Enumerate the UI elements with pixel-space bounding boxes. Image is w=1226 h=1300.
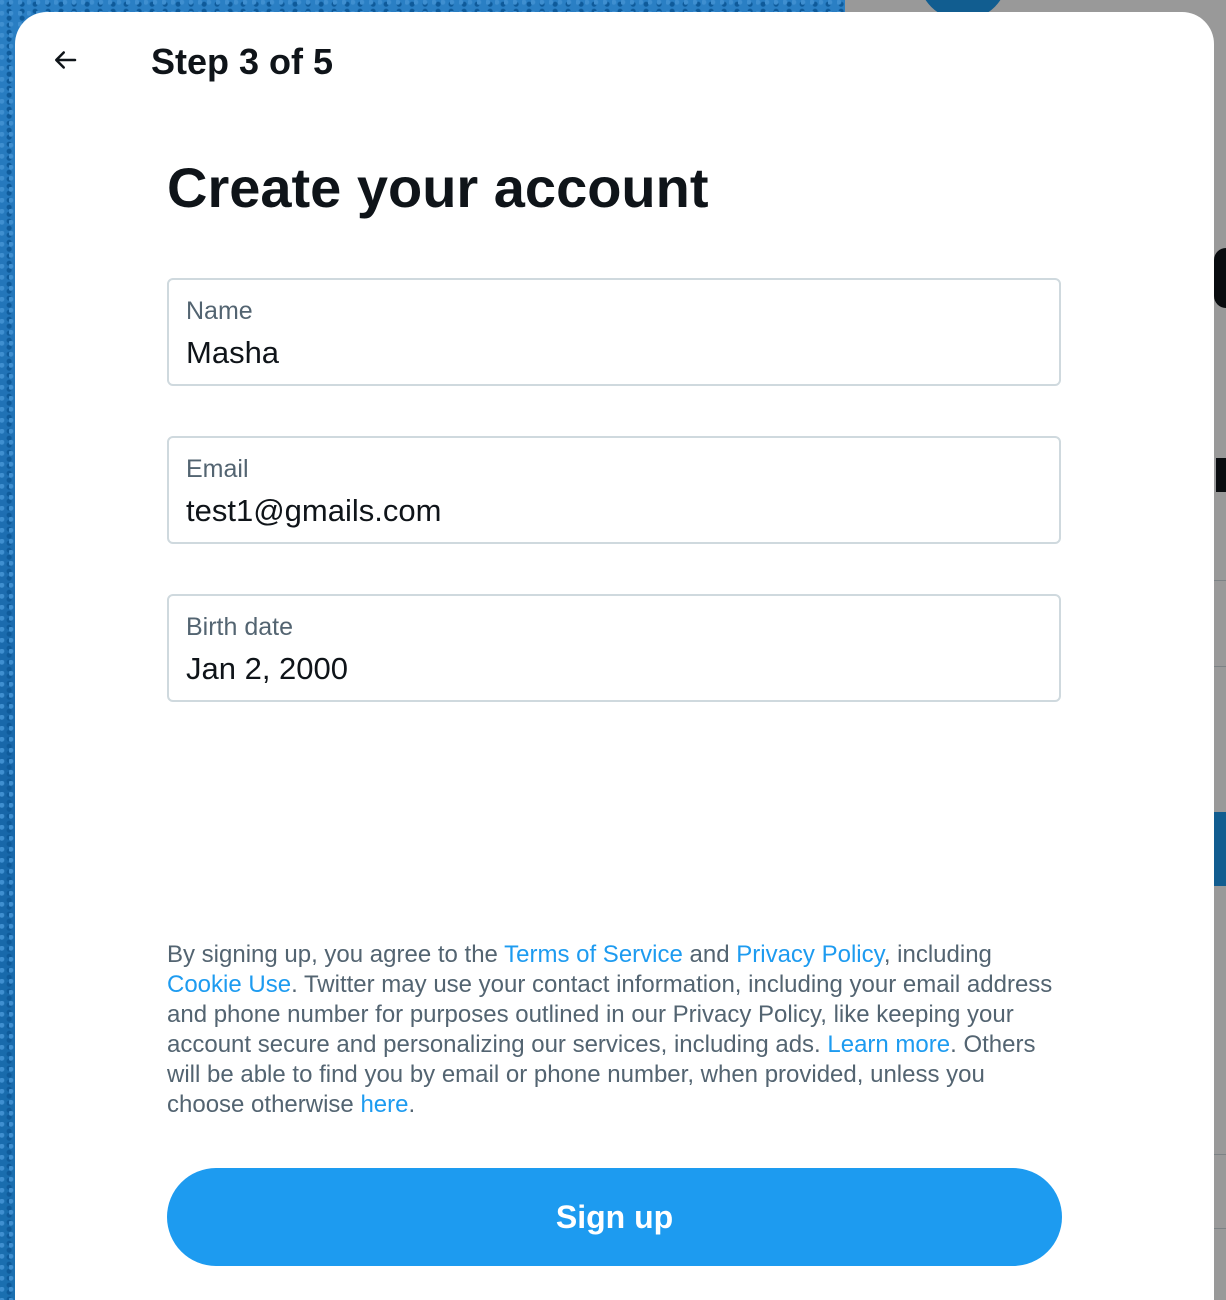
sign-up-button[interactable]: Sign up [167,1168,1062,1266]
birth-date-field-label: Birth date [186,613,294,641]
birth-date-field[interactable]: Birth date Jan 2, 2000 [167,594,1061,702]
email-field[interactable]: Email test1@gmails.com [167,436,1061,544]
here-link[interactable]: here [360,1091,408,1118]
name-field-value[interactable]: Masha [186,334,279,372]
legal-text: By signing up, you agree to the [167,941,505,968]
learn-more-link[interactable]: Learn more [827,1031,950,1058]
legal-text: , including [883,941,992,968]
birth-date-field-value[interactable]: Jan 2, 2000 [186,650,348,688]
privacy-policy-link[interactable]: Privacy Policy [736,941,884,968]
back-button[interactable] [45,40,85,80]
legal-text: . [408,1091,416,1118]
name-field[interactable]: Name Masha [167,278,1061,386]
legal-text: and [682,941,737,968]
step-indicator: Step 3 of 5 [151,41,334,82]
legal-notice: By signing up, you agree to the Terms of… [167,940,1067,1120]
arrow-left-icon [55,51,77,69]
email-field-label: Email [186,455,249,483]
name-field-label: Name [186,297,253,325]
signup-modal: Step 3 of 5 Create your account Name Mas… [15,12,1214,1300]
terms-of-service-link[interactable]: Terms of Service [504,941,683,968]
cookie-use-link[interactable]: Cookie Use [167,971,291,998]
email-field-value[interactable]: test1@gmails.com [186,492,441,530]
page-title: Create your account [167,156,709,219]
